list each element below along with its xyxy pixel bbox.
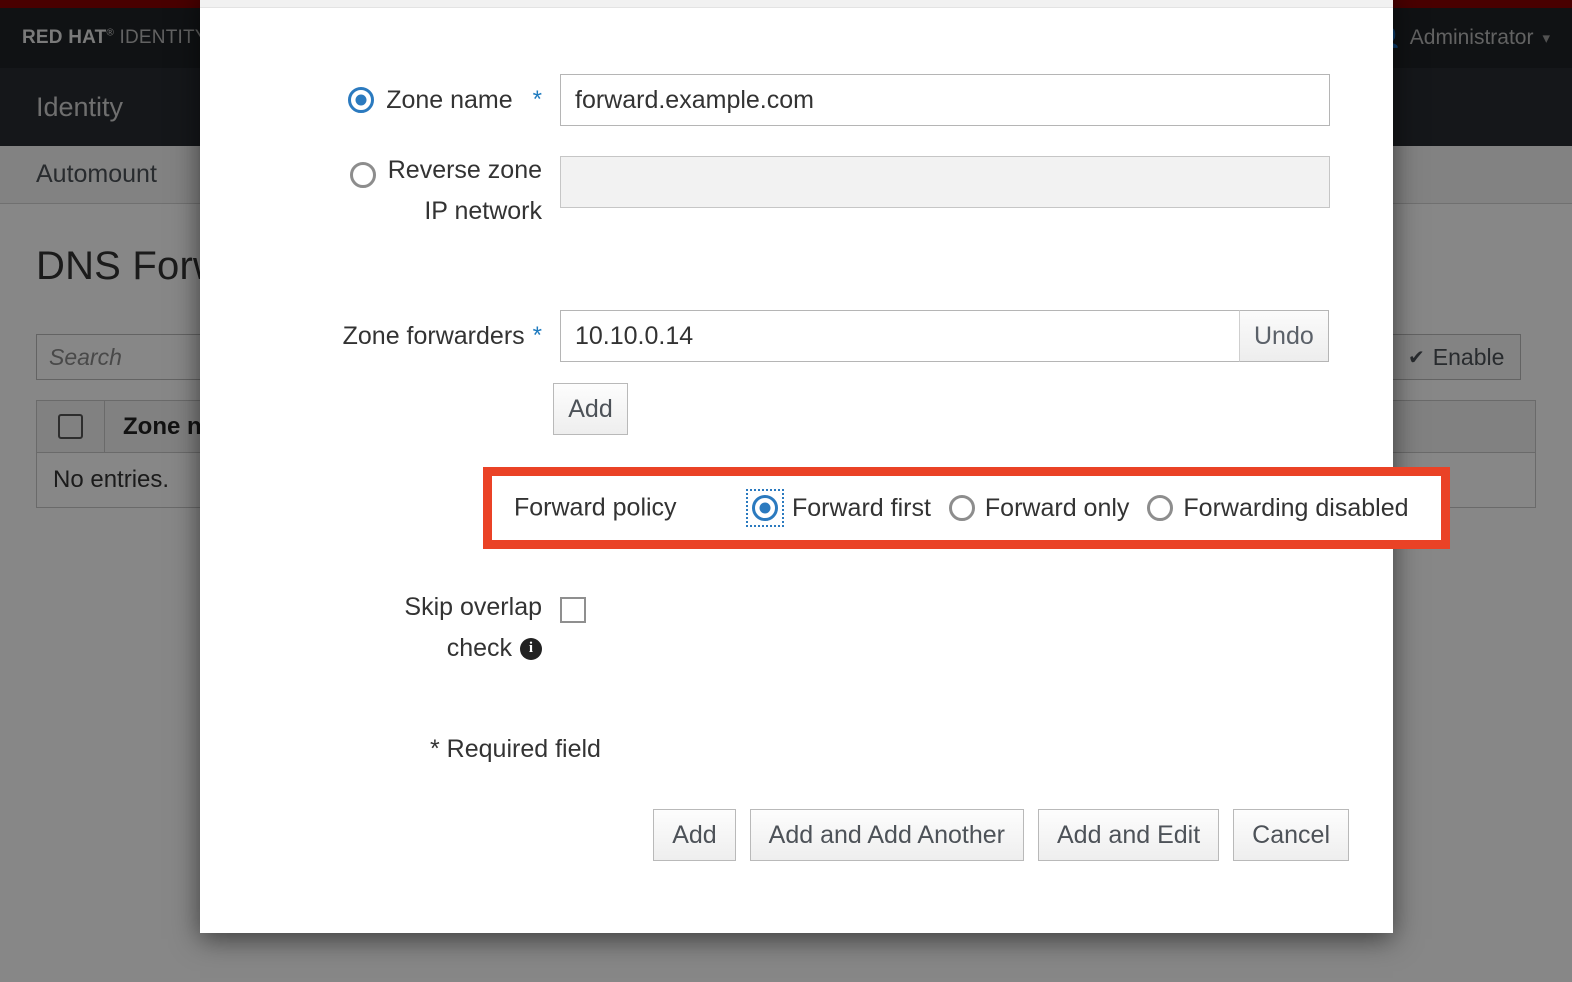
- zone-forwarders-required-marker: *: [532, 322, 542, 349]
- reverse-zone-label-line1: Reverse zone: [387, 156, 542, 184]
- zone-name-input[interactable]: forward.example.com: [560, 74, 1330, 126]
- forwarding-disabled-label: Forwarding disabled: [1183, 493, 1409, 522]
- cancel-button[interactable]: Cancel: [1233, 809, 1349, 861]
- forward-policy-row: Forward policy Forward first Forward onl…: [492, 476, 1441, 540]
- zone-name-required-marker: *: [532, 86, 542, 113]
- add-forwarder-button[interactable]: Add: [553, 383, 628, 435]
- skip-overlap-checkbox-cell: [560, 593, 586, 663]
- info-icon[interactable]: i: [520, 637, 542, 660]
- forward-policy-highlight: Forward policy Forward first Forward onl…: [483, 467, 1450, 549]
- reverse-zone-label-group: Reverse zone IP network: [200, 156, 560, 226]
- skip-overlap-label-line2-group: check i: [200, 634, 542, 663]
- zone-name-label-group: Zone name *: [200, 74, 560, 126]
- forward-policy-label: Forward policy: [514, 493, 677, 522]
- forward-policy-option-forwarding-disabled[interactable]: Forwarding disabled: [1147, 493, 1409, 523]
- dialog-body: Zone name * forward.example.com Reverse …: [200, 8, 1450, 808]
- zone-forwarders-label: Zone forwarders: [342, 321, 525, 350]
- field-row-reverse-zone: Reverse zone IP network: [200, 156, 1393, 226]
- zone-forwarders-input-group: 10.10.0.14 Undo: [560, 310, 1329, 362]
- forward-only-label: Forward only: [984, 493, 1130, 522]
- add-button-label: Add: [672, 820, 717, 849]
- skip-overlap-checkbox[interactable]: [560, 597, 586, 623]
- zone-forwarders-input[interactable]: 10.10.0.14: [560, 310, 1239, 362]
- add-and-edit-button-label: Add and Edit: [1057, 820, 1201, 849]
- forward-first-label: Forward first: [792, 493, 931, 522]
- reverse-zone-label-line2: IP network: [424, 197, 542, 225]
- field-row-zone-forwarders: Zone forwarders * 10.10.0.14 Undo: [200, 310, 1393, 362]
- forward-first-radio[interactable]: [752, 495, 778, 521]
- screen: RED HAT® IDENTITY MANAGEMENT 👤 Administr…: [0, 0, 1572, 982]
- zone-name-value: forward.example.com: [575, 85, 814, 114]
- reverse-zone-radio[interactable]: [349, 162, 376, 188]
- field-row-zone-name: Zone name * forward.example.com: [200, 74, 1393, 126]
- add-forwarder-button-label: Add: [568, 394, 613, 423]
- add-dns-forward-zone-dialog: Zone name * forward.example.com Reverse …: [200, 0, 1450, 933]
- forward-policy-option-forward-only[interactable]: Forward only: [948, 493, 1130, 523]
- add-and-add-another-button-label: Add and Add Another: [768, 820, 1005, 849]
- forward-policy-options: Forward first Forward only Forwarding di…: [746, 489, 1409, 527]
- forward-policy-option-forward-first[interactable]: Forward first: [746, 489, 931, 527]
- forward-only-radio[interactable]: [948, 495, 975, 521]
- field-row-skip-overlap: Skip overlap check i: [200, 593, 1393, 663]
- required-field-note: * Required field: [430, 735, 601, 763]
- undo-button-label: Undo: [1254, 321, 1314, 350]
- undo-button[interactable]: Undo: [1239, 310, 1329, 362]
- skip-overlap-label-line2: check: [446, 634, 512, 662]
- skip-overlap-label-group: Skip overlap check i: [200, 593, 560, 663]
- skip-overlap-label-line1: Skip overlap: [404, 593, 542, 621]
- add-button[interactable]: Add: [653, 809, 736, 861]
- cancel-button-label: Cancel: [1252, 820, 1330, 849]
- dialog-footer: Add Add and Add Another Add and Edit Can…: [200, 803, 1393, 933]
- add-and-edit-button[interactable]: Add and Edit: [1038, 809, 1220, 861]
- reverse-zone-label-lines: Reverse zone IP network: [388, 156, 542, 226]
- dialog-header-strip: [200, 0, 1393, 8]
- zone-forwarders-label-group: Zone forwarders *: [200, 310, 560, 362]
- zone-forwarders-value: 10.10.0.14: [575, 321, 694, 350]
- forwarding-disabled-radio[interactable]: [1147, 495, 1174, 521]
- dialog-footer-buttons: Add Add and Add Another Add and Edit Can…: [653, 809, 1349, 861]
- zone-name-label: Zone name: [386, 85, 513, 114]
- forward-first-radio-focus: [746, 489, 784, 527]
- reverse-zone-input[interactable]: [560, 156, 1330, 208]
- zone-name-radio[interactable]: [348, 87, 375, 113]
- add-and-add-another-button[interactable]: Add and Add Another: [749, 809, 1024, 861]
